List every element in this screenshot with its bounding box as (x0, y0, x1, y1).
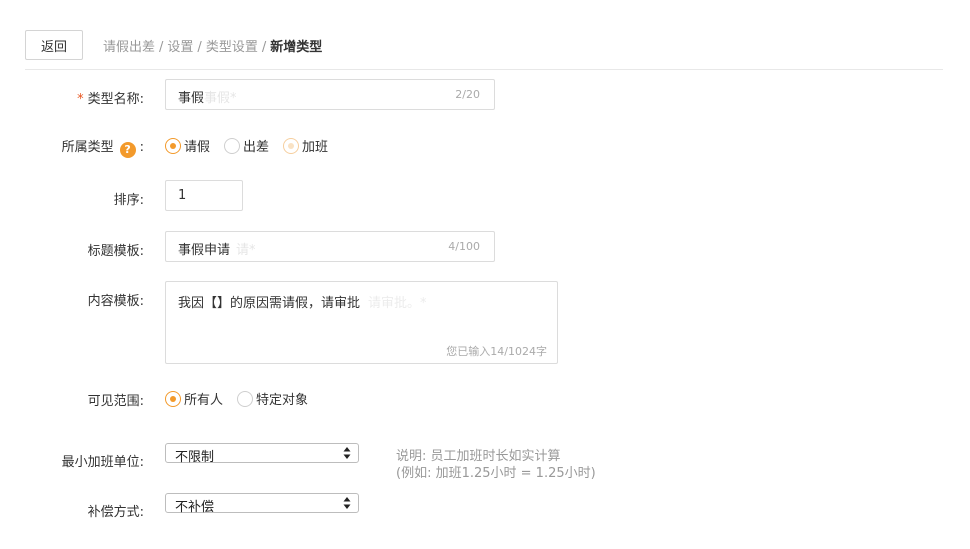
type-name-label: * 类型名称: (77, 92, 144, 107)
type-name-input[interactable]: 事假事假* 2/20 (165, 79, 495, 110)
breadcrumb-separator: / (197, 40, 202, 55)
category-option-overtime[interactable]: 加班 (283, 136, 328, 155)
sort-input[interactable]: 1 (165, 180, 243, 211)
question-circle-icon[interactable]: ? (119, 142, 136, 158)
content-template-textarea[interactable]: 我因【】的原因需请假，请审批 请审批。* 您已输入14/1024字 (165, 281, 558, 364)
radio-circle (165, 137, 181, 154)
note-line-1: 说明: 员工加班时长如实计算 (396, 449, 561, 464)
compensation-select[interactable]: 不补偿 (165, 493, 359, 515)
content-template-char-count: 您已输入14/1024字 (446, 345, 547, 358)
type-name-value: 事假事假* (178, 91, 237, 106)
breadcrumb-separator: / (261, 40, 267, 55)
title-template-char-count: 4/100 (448, 240, 480, 253)
sort-label: 排序: (113, 193, 144, 208)
type-name-char-count: 2/20 (455, 88, 480, 101)
compensation-value: 不补偿 (175, 500, 215, 515)
breadcrumb: 请假出差 / 设置 / 类型设置 / 新增类型 (103, 36, 322, 55)
updown-arrows-icon (343, 447, 351, 459)
breadcrumb-item-leave-travel[interactable]: 请假出差 (103, 40, 155, 55)
radio-circle (283, 137, 300, 154)
overtime-note: 说明: 员工加班时长如实计算 (例如: 加班1.25小时 = 1.25小时) (396, 448, 596, 482)
category-radio-group: 请假 出差 加班 (165, 136, 342, 155)
content-template-label: 内容模板: (87, 294, 144, 309)
radio-circle (165, 390, 181, 407)
note-line-2: (例如: 加班1.25小时 = 1.25小时) (396, 466, 596, 481)
content-template-value: 我因【】的原因需请假，请审批 请审批。* (178, 296, 427, 311)
page-header: 返回 请假出差 / 设置 / 类型设置 / 新增类型 (25, 28, 943, 70)
title-template-input[interactable]: 事假申请 请* 4/100 (165, 231, 495, 262)
visibility-radio-group: 所有人 特定对象 (165, 389, 322, 408)
title-template-label: 标题模板: (87, 244, 144, 259)
visibility-label: 可见范围: (87, 394, 144, 409)
category-option-leave[interactable]: 请假 (165, 136, 210, 155)
radio-circle (224, 137, 241, 154)
back-button[interactable]: 返回 (25, 30, 83, 60)
compensation-label: 补偿方式: (87, 505, 144, 520)
breadcrumb-separator: / (159, 40, 164, 55)
radio-circle (237, 390, 254, 407)
visibility-option-everyone[interactable]: 所有人 (165, 389, 223, 408)
breadcrumb-item-settings[interactable]: 设置 (167, 40, 193, 55)
breadcrumb-item-type-settings[interactable]: 类型设置 (206, 40, 258, 55)
visibility-option-specific[interactable]: 特定对象 (237, 389, 308, 408)
title-template-value: 事假申请 请* (178, 243, 256, 258)
min-unit-value: 不限制 (175, 450, 215, 465)
category-label: 所属类型?: (61, 140, 144, 158)
required-mark: * (77, 92, 84, 107)
updown-arrows-icon (343, 497, 351, 509)
category-option-business-trip[interactable]: 出差 (224, 136, 269, 155)
min-unit-select[interactable]: 不限制 (165, 443, 359, 465)
breadcrumb-item-current: 新增类型 (270, 40, 323, 55)
sort-value: 1 (178, 188, 187, 203)
min-unit-label: 最小加班单位: (61, 455, 144, 470)
